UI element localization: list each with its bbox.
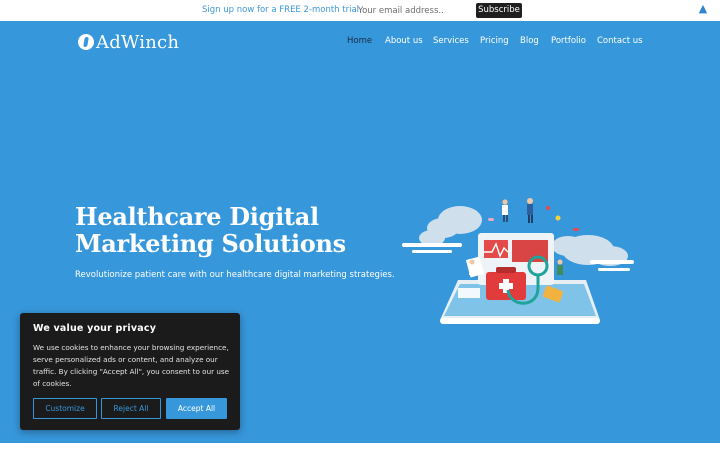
cookie-description: We use cookies to enhance your browsing …	[33, 343, 230, 388]
nav-item-home[interactable]: Home	[347, 36, 372, 46]
cookie-title: We value your privacy	[33, 323, 157, 334]
hero-tagline: Revolutionize patient care with our heal…	[75, 270, 395, 280]
collapse-up-icon[interactable]: ▲	[697, 3, 709, 15]
cookie-consent-banner: We value your privacy We use cookies to …	[20, 313, 240, 430]
hero-title-line-1: Healthcare Digital	[75, 202, 319, 231]
nav-item-portfolio[interactable]: Portfolio	[551, 36, 586, 46]
customize-button[interactable]: Customize	[33, 398, 97, 419]
announcement-bar: Sign up now for a FREE 2-month trial. Su…	[0, 0, 720, 21]
nav-item-about-us[interactable]: About us	[385, 36, 423, 46]
hero-title-line-2: Marketing Solutions	[75, 229, 346, 258]
hero-title: Healthcare Digital Marketing Solutions	[75, 203, 375, 257]
nav-item-services[interactable]: Services	[433, 36, 469, 46]
healthcare-illustration	[402, 198, 634, 324]
subscribe-button[interactable]: Subscribe	[476, 3, 522, 18]
nav-item-pricing[interactable]: Pricing	[480, 36, 509, 46]
email-field[interactable]	[352, 3, 470, 18]
site-header: AdWinch Home About us Services Pricing B…	[0, 21, 720, 61]
bottom-strip	[0, 443, 720, 450]
nav-item-contact-us[interactable]: Contact us	[597, 36, 643, 46]
promo-text: Sign up now for a FREE 2-month trial.	[202, 5, 362, 15]
accept-all-button[interactable]: Accept All	[166, 398, 227, 419]
reject-all-button[interactable]: Reject All	[101, 398, 161, 419]
main-nav: Home About us Services Pricing Blog Port…	[0, 36, 720, 50]
nav-item-blog[interactable]: Blog	[520, 36, 539, 46]
